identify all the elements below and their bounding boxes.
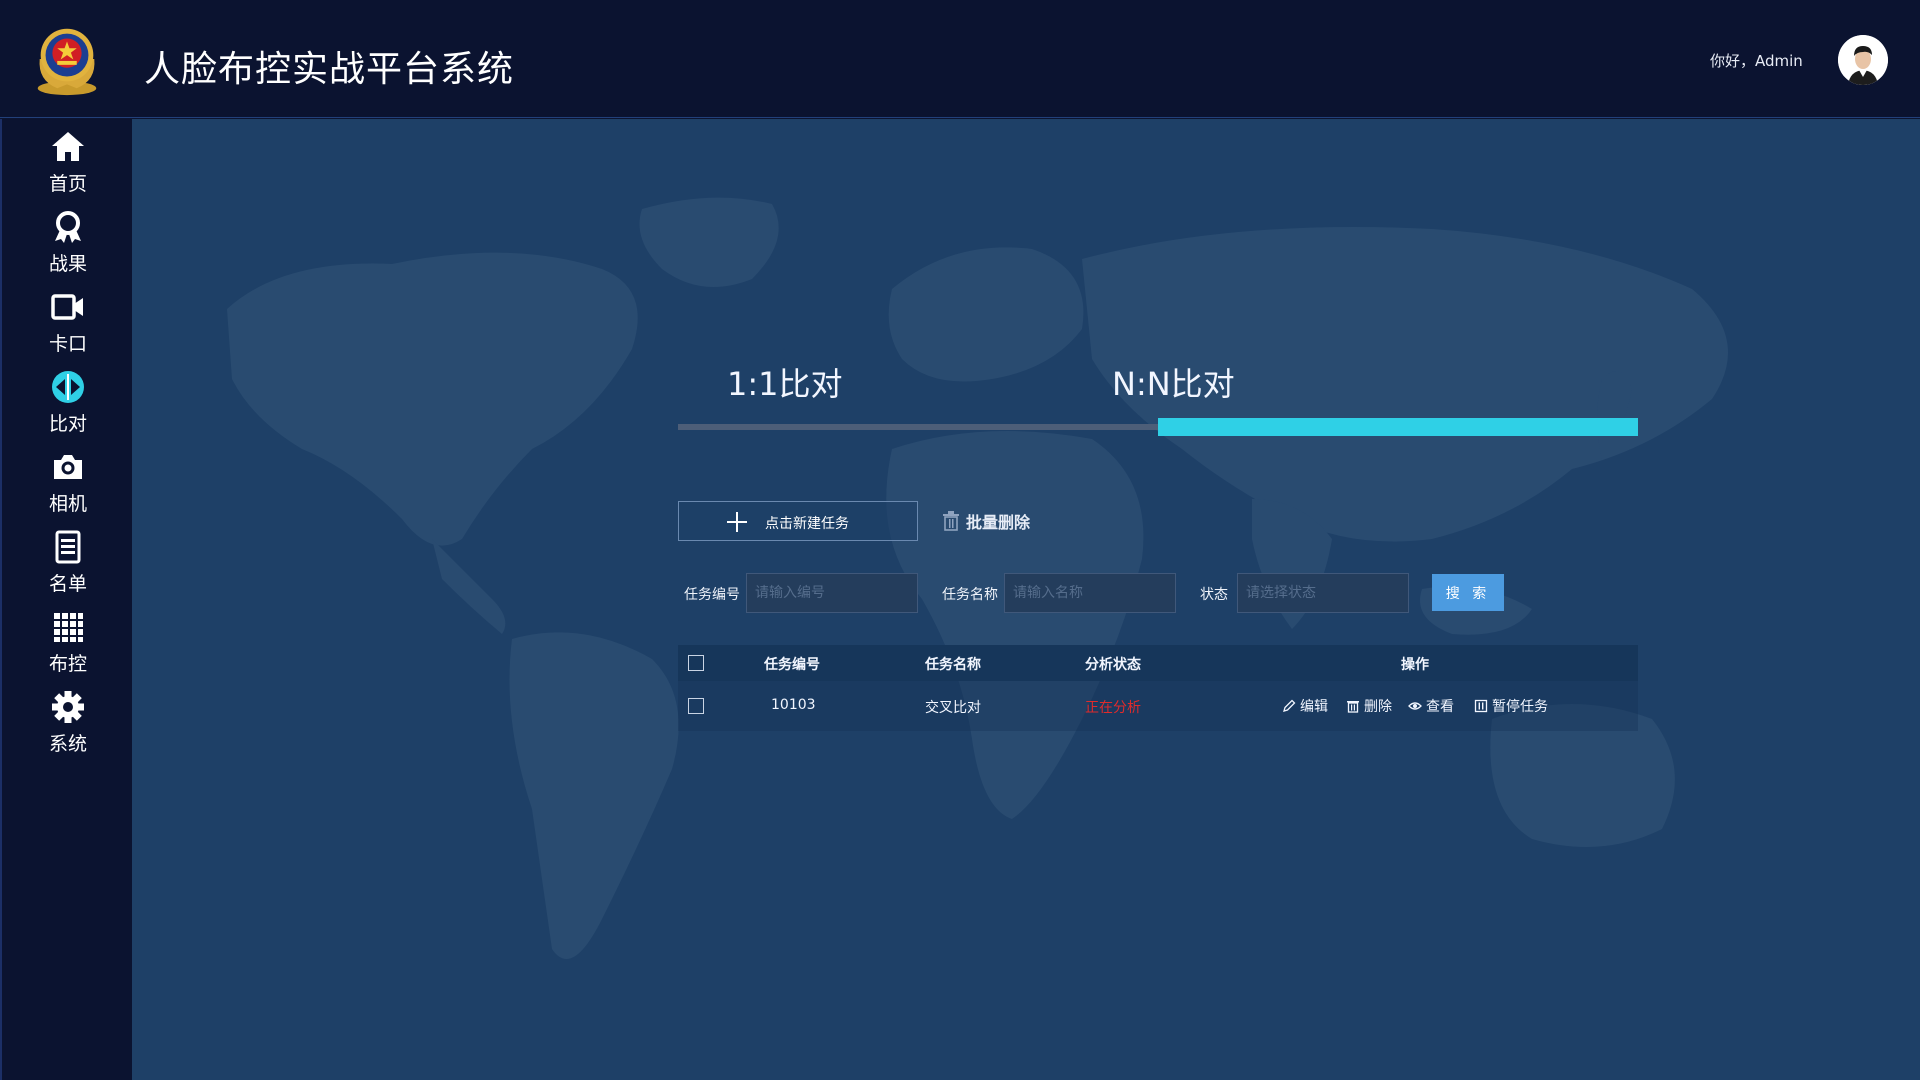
tab-one-to-one-compare[interactable]: 1:1比对 xyxy=(727,359,843,405)
tab-n-to-n-compare[interactable]: N:N比对 xyxy=(1112,359,1235,405)
edit-action-label: 编辑 xyxy=(1300,699,1328,715)
trash-icon xyxy=(943,511,959,531)
main-content: 1:1比对 N:N比对 点击新建任务 批量删除 任务编号 任务名称 状态 搜 索 xyxy=(132,119,1920,1080)
tab-indicator-active xyxy=(1158,418,1638,436)
app-root: 人脸布控实战平台系统 你好，Admin 首页 战果 卡口 比对 相机 名单 布控… xyxy=(0,0,1920,1080)
sidebar-item-label: 比对 xyxy=(48,413,87,435)
video-camera-icon xyxy=(51,294,83,320)
award-icon xyxy=(55,211,81,243)
app-title: 人脸布控实战平台系统 xyxy=(144,49,515,90)
document-list-icon xyxy=(55,530,81,564)
new-task-label: 点击新建任务 xyxy=(765,516,849,532)
sidebar-item-label: 名单 xyxy=(48,573,87,595)
user-greeting: 你好，Admin xyxy=(1710,52,1803,70)
camera-icon xyxy=(54,455,82,479)
grid-icon xyxy=(54,613,83,642)
sidebar-item-label: 首页 xyxy=(48,173,87,195)
pause-task-action[interactable]: 暂停任务 xyxy=(1474,696,1548,716)
user-avatar-icon[interactable] xyxy=(1838,35,1888,85)
batch-delete-label: 批量删除 xyxy=(966,513,1031,532)
view-action[interactable]: 查看 xyxy=(1408,696,1454,716)
batch-delete-button[interactable]: 批量删除 xyxy=(942,509,1030,533)
eye-icon xyxy=(1408,702,1422,710)
sidebar-item-label: 卡口 xyxy=(48,333,87,355)
table-header: 任务编号 任务名称 分析状态 操作 xyxy=(678,645,1638,681)
tab-indicator-track xyxy=(678,424,1158,430)
pause-task-action-label: 暂停任务 xyxy=(1492,699,1548,715)
sidebar-item-system[interactable]: 系统 xyxy=(2,689,134,759)
gear-icon xyxy=(52,691,84,723)
top-header: 人脸布控实战平台系统 你好，Admin xyxy=(0,0,1920,118)
view-action-label: 查看 xyxy=(1426,699,1454,715)
cell-task-no: 10103 xyxy=(771,697,816,713)
status-select[interactable] xyxy=(1237,573,1409,613)
delete-action[interactable]: 删除 xyxy=(1346,696,1392,716)
trash-icon xyxy=(1347,701,1359,713)
task-no-label: 任务编号 xyxy=(684,587,740,603)
sidebar-item-label: 相机 xyxy=(48,493,87,515)
column-header-task-name: 任务名称 xyxy=(925,657,981,673)
column-header-task-no: 任务编号 xyxy=(764,657,820,673)
cell-status: 正在分析 xyxy=(1085,700,1141,716)
edit-action[interactable]: 编辑 xyxy=(1282,696,1328,716)
home-icon xyxy=(52,132,84,161)
sidebar-item-checkpoint[interactable]: 卡口 xyxy=(2,289,134,359)
column-header-status: 分析状态 xyxy=(1085,657,1141,673)
sidebar-item-compare[interactable]: 比对 xyxy=(2,369,134,439)
sidebar-item-list[interactable]: 名单 xyxy=(2,529,134,599)
new-task-button[interactable]: 点击新建任务 xyxy=(678,501,918,541)
task-no-input[interactable] xyxy=(746,573,918,613)
status-label: 状态 xyxy=(1200,587,1228,603)
delete-action-label: 删除 xyxy=(1364,699,1392,715)
task-name-label: 任务名称 xyxy=(942,587,998,603)
cell-task-name: 交叉比对 xyxy=(925,700,981,716)
row-checkbox[interactable] xyxy=(688,698,704,714)
sidebar-item-label: 布控 xyxy=(48,653,87,675)
sidebar-item-home[interactable]: 首页 xyxy=(2,129,134,199)
task-name-input[interactable] xyxy=(1004,573,1176,613)
sidebar-item-label: 系统 xyxy=(48,733,87,755)
sidebar-item-deploy[interactable]: 布控 xyxy=(2,609,134,679)
pencil-icon xyxy=(1283,699,1296,712)
sidebar-item-camera[interactable]: 相机 xyxy=(2,449,134,519)
sidebar: 首页 战果 卡口 比对 相机 名单 布控 系统 xyxy=(0,119,132,1080)
police-emblem-icon xyxy=(37,28,97,96)
avatar-portrait xyxy=(1838,35,1888,85)
table-row: 10103 交叉比对 正在分析 编辑 删除 查看 暂停任务 xyxy=(678,681,1638,731)
sidebar-item-label: 战果 xyxy=(48,253,87,275)
pause-icon xyxy=(1474,699,1488,713)
sidebar-item-results[interactable]: 战果 xyxy=(2,209,134,279)
select-all-checkbox[interactable] xyxy=(688,655,704,671)
compare-icon xyxy=(52,371,84,403)
search-button[interactable]: 搜 索 xyxy=(1432,574,1504,611)
column-header-actions: 操作 xyxy=(1401,657,1429,673)
plus-icon xyxy=(727,512,747,532)
task-table: 任务编号 任务名称 分析状态 操作 10103 交叉比对 正在分析 编辑 删除 … xyxy=(678,645,1638,731)
